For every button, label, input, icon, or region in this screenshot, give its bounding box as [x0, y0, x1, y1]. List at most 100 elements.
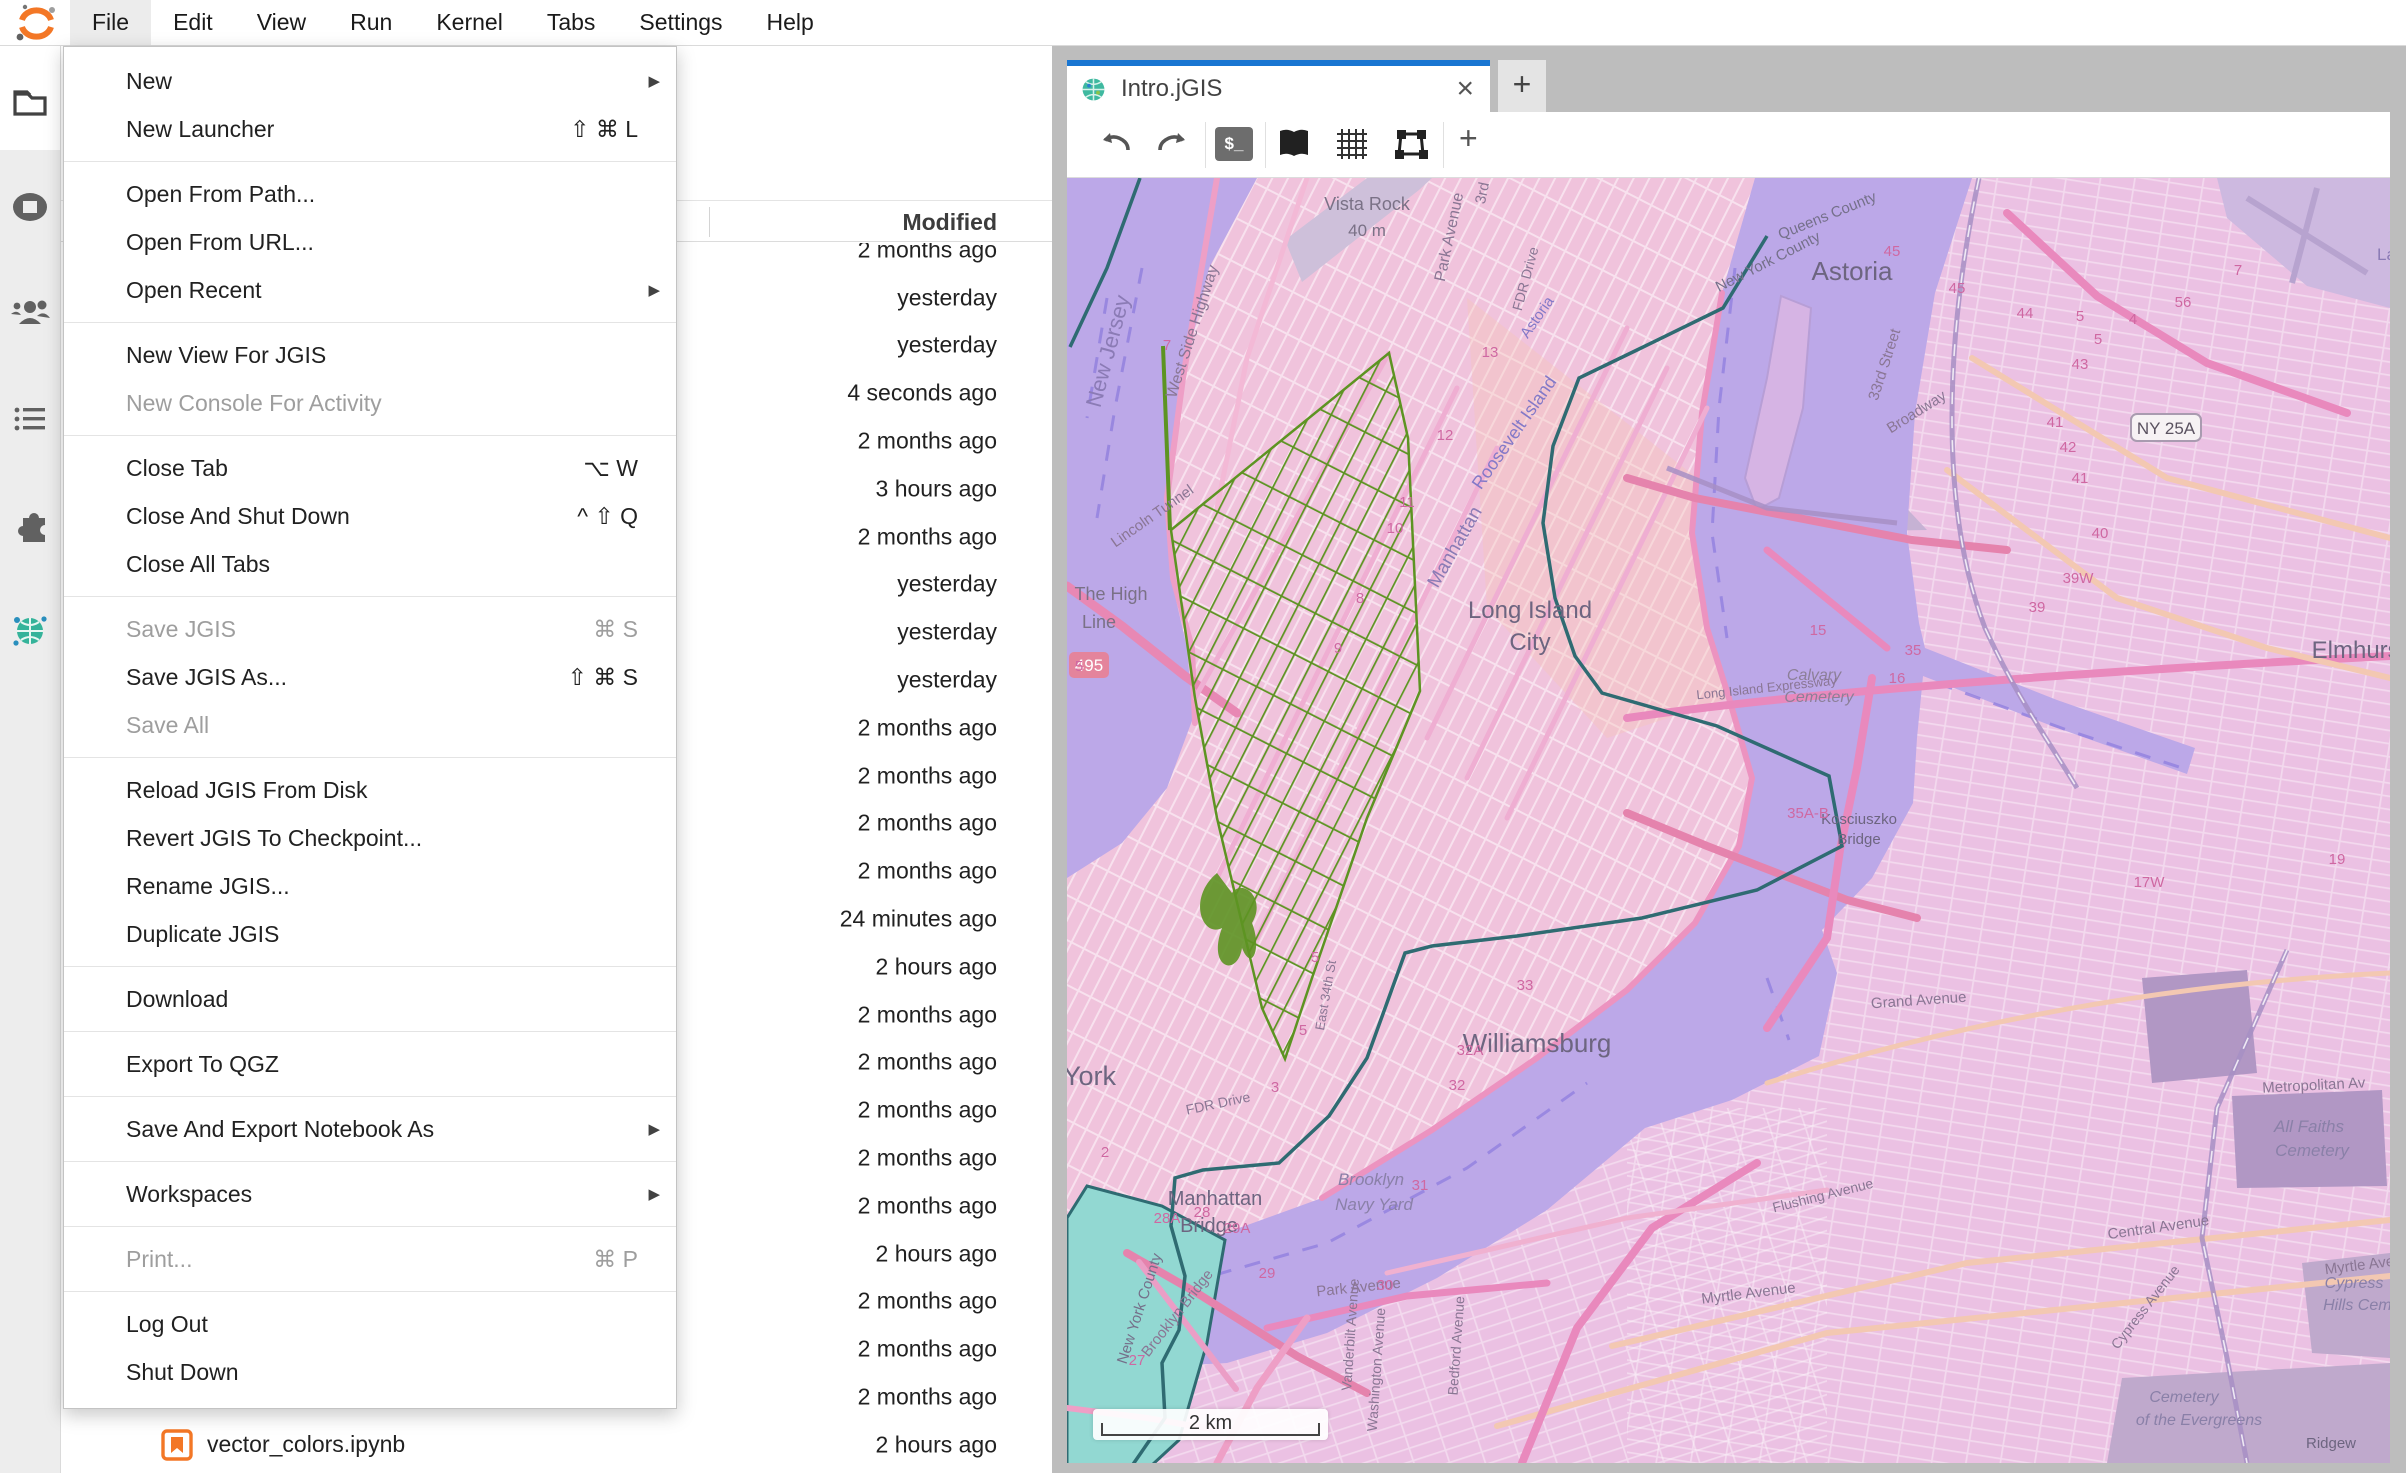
file-row[interactable]: vector_colors.ipynb2 hours ago [61, 1421, 1052, 1469]
menu-item-revert-jgis-to-checkpoint[interactable]: Revert JGIS To Checkpoint... [64, 814, 676, 862]
tab-title: Intro.jGIS [1121, 75, 1222, 103]
jgis-globe-icon[interactable] [9, 610, 51, 652]
column-divider[interactable] [709, 207, 710, 237]
menu-separator [64, 322, 676, 323]
file-modified-time: 2 hours ago [876, 953, 997, 980]
polygon-select-icon[interactable] [1393, 126, 1429, 162]
menu-item-duplicate-jgis[interactable]: Duplicate JGIS [64, 910, 676, 958]
file-modified-time: 2 months ago [858, 1336, 997, 1363]
table-of-contents-icon[interactable] [9, 398, 51, 440]
tab-close-icon[interactable]: × [1456, 74, 1474, 104]
menu-item-label: Close All Tabs [126, 551, 270, 577]
route-number-badge: 9 [1334, 640, 1342, 657]
menu-separator [64, 1096, 676, 1097]
file-modified-time: 2 months ago [858, 714, 997, 741]
menu-item-download[interactable]: Download [64, 975, 676, 1023]
file-modified-time: 2 months ago [858, 1145, 997, 1172]
route-number-badge: 16 [1889, 670, 1906, 687]
route-number-badge: 28A [1154, 1210, 1181, 1227]
file-menu-dropdown: New▶New Launcher⇧ ⌘ LOpen From Path...Op… [63, 46, 677, 1409]
menu-item-close-tab[interactable]: Close Tab⌥ W [64, 444, 676, 492]
menubar-item-tabs[interactable]: Tabs [525, 0, 618, 45]
route-number-badge: 41 [2072, 470, 2089, 487]
file-modified-time: yesterday [897, 332, 997, 359]
menubar-item-settings[interactable]: Settings [617, 0, 744, 45]
menu-item-label: New [126, 68, 172, 94]
file-browser-icon[interactable] [9, 82, 51, 124]
map-label: Bridge [1837, 831, 1880, 848]
menu-item-open-from-path[interactable]: Open From Path... [64, 170, 676, 218]
menu-item-label: Log Out [126, 1311, 208, 1337]
menubar-item-run[interactable]: Run [328, 0, 414, 45]
menu-item-save-jgis-as[interactable]: Save JGIS As...⇧ ⌘ S [64, 653, 676, 701]
route-number-badge: 5 [2076, 308, 2084, 325]
route-number-badge: 5 [1075, 658, 1083, 675]
jgis-panel: Intro.jGIS × + $_ [1052, 46, 2406, 1473]
collaboration-icon[interactable] [9, 292, 51, 334]
undo-icon[interactable] [1097, 128, 1133, 162]
terminal-icon[interactable]: $_ [1215, 127, 1253, 161]
svg-text:NY 25A: NY 25A [2137, 419, 2196, 438]
modified-column-header[interactable]: Modified [902, 209, 997, 236]
submenu-arrow-icon: ▶ [648, 58, 660, 106]
menu-item-close-and-shut-down[interactable]: Close And Shut Down^ ⇧ Q [64, 492, 676, 540]
route-number-badge: 17W [2134, 874, 2166, 891]
jupyter-logo-icon[interactable] [14, 3, 58, 43]
menu-item-export-to-qgz[interactable]: Export To QGZ [64, 1040, 676, 1088]
menu-item-close-all-tabs[interactable]: Close All Tabs [64, 540, 676, 588]
file-modified-time: 3 hours ago [876, 475, 997, 502]
file-modified-time: 2 months ago [858, 1097, 997, 1124]
map-canvas[interactable]: 495 NY 25A New JerseyWest Side HighwayVi… [1067, 178, 2390, 1463]
map-view[interactable]: 495 NY 25A New JerseyWest Side HighwayVi… [1067, 178, 2390, 1463]
route-shield-ny25a: NY 25A [2131, 414, 2201, 441]
menu-item-shut-down[interactable]: Shut Down [64, 1348, 676, 1396]
file-modified-time: 2 hours ago [876, 1240, 997, 1267]
route-number-badge: 42 [2060, 439, 2077, 456]
menubar-item-view[interactable]: View [235, 0, 328, 45]
tab-intro-jgis[interactable]: Intro.jGIS × [1067, 60, 1490, 112]
menubar-item-file[interactable]: File [70, 0, 151, 45]
route-number-badge: 5 [2094, 331, 2102, 348]
add-layer-icon[interactable]: + [1459, 120, 1478, 157]
route-number-badge: 33 [1517, 977, 1534, 994]
extensions-icon[interactable] [9, 504, 51, 546]
menu-item-new-launcher[interactable]: New Launcher⇧ ⌘ L [64, 105, 676, 153]
menu-item-reload-jgis-from-disk[interactable]: Reload JGIS From Disk [64, 766, 676, 814]
grid-icon[interactable] [1335, 127, 1369, 161]
menu-separator [64, 1226, 676, 1227]
new-tab-button[interactable]: + [1498, 60, 1546, 112]
menu-item-open-from-url[interactable]: Open From URL... [64, 218, 676, 266]
redo-icon[interactable] [1155, 128, 1191, 162]
menu-item-save-and-export-notebook-as[interactable]: Save And Export Notebook As▶ [64, 1105, 676, 1153]
submenu-arrow-icon: ▶ [648, 267, 660, 315]
menu-item-label: New Console For Activity [126, 390, 382, 416]
menu-item-label: Export To QGZ [126, 1051, 279, 1077]
menu-item-rename-jgis[interactable]: Rename JGIS... [64, 862, 676, 910]
running-sessions-icon[interactable] [9, 186, 51, 228]
map-label: Elmhurst [2312, 637, 2390, 664]
map-label: Kosciuszko [1821, 811, 1897, 828]
menubar-item-kernel[interactable]: Kernel [414, 0, 524, 45]
route-number-badge: 13 [1482, 344, 1499, 361]
menu-item-workspaces[interactable]: Workspaces▶ [64, 1170, 676, 1218]
menu-item-label: Download [126, 986, 228, 1012]
menu-item-label: New Launcher [126, 116, 274, 142]
menu-item-new-view-for-jgis[interactable]: New View For JGIS [64, 331, 676, 379]
menu-item-open-recent[interactable]: Open Recent ▶ [64, 266, 676, 314]
menu-item-new[interactable]: New ▶ [64, 57, 676, 105]
map-label: New York [1067, 1061, 1117, 1091]
menubar-item-help[interactable]: Help [745, 0, 836, 45]
map-label: City [1509, 629, 1550, 656]
map-label: The High [1074, 584, 1147, 604]
menu-item-label: Shut Down [126, 1359, 239, 1385]
route-number-badge: 2 [1101, 1144, 1109, 1161]
menubar-item-edit[interactable]: Edit [151, 0, 235, 45]
menu-item-label: Open Recent [126, 277, 262, 303]
map-label: Line [1082, 612, 1116, 632]
menu-item-log-out[interactable]: Log Out [64, 1300, 676, 1348]
route-number-badge: 39 [2029, 599, 2046, 616]
menu-item-label: Open From URL... [126, 229, 314, 255]
toolbar-separator [1443, 122, 1444, 168]
file-modified-time: 2 months ago [858, 428, 997, 455]
book-icon[interactable] [1275, 126, 1313, 162]
